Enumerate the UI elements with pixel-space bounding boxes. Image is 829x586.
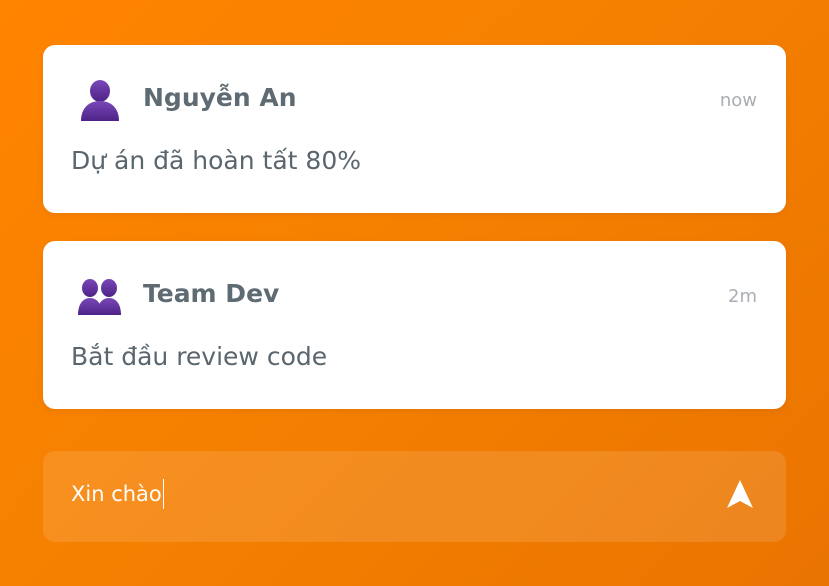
send-button[interactable]	[724, 478, 756, 514]
notification-card[interactable]: Nguyễn An now Dự án đã hoàn tất 80%	[43, 45, 786, 213]
text-caret	[162, 479, 164, 509]
notification-sender: Team Dev	[143, 279, 280, 308]
send-icon	[726, 479, 754, 513]
user-icon	[77, 77, 123, 123]
notification-time: 2m	[728, 286, 757, 307]
notification-sender: Nguyễn An	[143, 83, 297, 112]
message-input[interactable]: Xin chào	[71, 476, 671, 512]
notification-message: Bắt đầu review code	[71, 342, 328, 371]
notification-card[interactable]: Team Dev 2m Bắt đầu review code	[43, 241, 786, 409]
message-input-value: Xin chào	[71, 482, 162, 506]
notification-time: now	[719, 90, 757, 111]
users-icon	[77, 273, 123, 319]
message-composer: Xin chào	[43, 451, 786, 542]
notification-message: Dự án đã hoàn tất 80%	[71, 146, 361, 175]
